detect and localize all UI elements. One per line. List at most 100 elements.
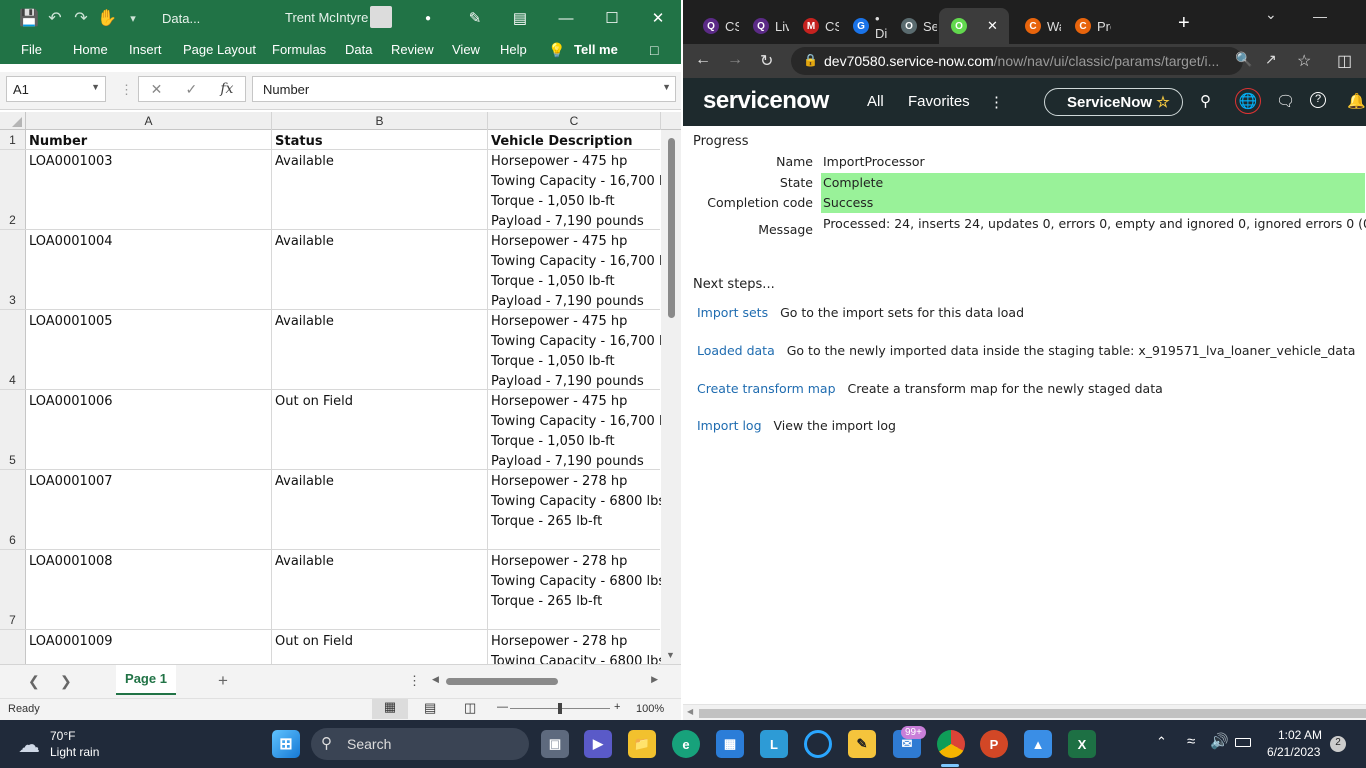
tab-formulas[interactable]: Formulas: [272, 36, 326, 64]
row-header[interactable]: 1: [0, 130, 26, 149]
servicenow-logo[interactable]: servicenow: [703, 87, 829, 115]
browser-tab[interactable]: Q CSA: [691, 8, 739, 44]
battery-icon[interactable]: [1235, 738, 1251, 747]
cell-b[interactable]: Available: [272, 230, 488, 309]
worksheet-grid[interactable]: A B C 1 Number Status Vehicle Description 2 L…: [0, 112, 681, 664]
paint-icon[interactable]: ✎: [848, 730, 876, 758]
insert-function-icon[interactable]: fx: [220, 81, 233, 97]
scroll-thumb[interactable]: [446, 678, 558, 685]
tab-search-icon[interactable]: ⌄: [1265, 6, 1277, 23]
horizontal-scrollbar[interactable]: ◀: [683, 704, 1366, 720]
url-input[interactable]: 🔒 dev70580.service-now.com/now/nav/ui/cl…: [791, 47, 1243, 75]
weather-temp[interactable]: 70°F: [50, 729, 75, 743]
tell-me-search[interactable]: Tell me: [574, 36, 618, 64]
horizontal-scrollbar[interactable]: ◀ ▶: [432, 674, 658, 688]
cell-a[interactable]: Number: [26, 130, 272, 149]
tab-help[interactable]: Help: [500, 36, 527, 64]
enter-icon[interactable]: ✓: [185, 81, 197, 98]
cell-a[interactable]: LOA0001008: [26, 550, 272, 629]
step-link[interactable]: Import sets: [697, 305, 768, 320]
row-header[interactable]: 3: [0, 230, 26, 309]
cell-a[interactable]: LOA0001007: [26, 470, 272, 549]
powerpoint-icon[interactable]: P: [980, 730, 1008, 758]
globe-icon[interactable]: 🌐: [1235, 88, 1261, 114]
zoom-slider-thumb[interactable]: [558, 703, 562, 714]
chrome-icon[interactable]: [937, 730, 965, 758]
scroll-left-icon[interactable]: ◀: [687, 707, 693, 716]
redo-icon[interactable]: ↷: [68, 0, 94, 36]
edge-icon[interactable]: e: [672, 730, 700, 758]
avatar[interactable]: [370, 6, 392, 28]
more-icon[interactable]: ⋮: [989, 93, 1004, 111]
cell-c[interactable]: Horsepower - 475 hp Towing Capacity - 16,…: [488, 310, 661, 389]
tab-view[interactable]: View: [452, 36, 480, 64]
cell-a[interactable]: LOA0001004: [26, 230, 272, 309]
cell-c[interactable]: Horsepower - 278 hp Towing Capacity - 680…: [488, 630, 661, 664]
scroll-right-icon[interactable]: ▶: [651, 674, 658, 685]
formula-input[interactable]: Number ▼: [252, 76, 676, 102]
store-icon[interactable]: ▦: [716, 730, 744, 758]
browser-tab[interactable]: C Wa: [1013, 8, 1061, 44]
browser-tab[interactable]: O ✕: [939, 8, 1009, 44]
star-icon[interactable]: ☆: [1156, 94, 1169, 111]
close-icon[interactable]: ✕: [635, 0, 681, 36]
minimize-icon[interactable]: —: [1313, 8, 1327, 24]
zoom-icon[interactable]: 🔍: [1235, 51, 1252, 68]
browser-tab[interactable]: C Pre: [1063, 8, 1111, 44]
file-explorer-icon[interactable]: 📁: [628, 730, 656, 758]
cell-a[interactable]: LOA0001006: [26, 390, 272, 469]
cell-c[interactable]: Horsepower - 475 hp Towing Capacity - 16,…: [488, 390, 661, 469]
teams-icon[interactable]: ▶: [584, 730, 612, 758]
back-icon[interactable]: ←: [695, 51, 711, 69]
windows-start-icon[interactable]: ⊞: [272, 730, 300, 758]
tab-home[interactable]: Home: [73, 36, 108, 64]
row-header[interactable]: 4: [0, 310, 26, 389]
prev-sheet-icon[interactable]: ❮: [28, 673, 40, 690]
clock-date[interactable]: 6/21/2023: [1267, 745, 1320, 759]
forward-icon[interactable]: →: [727, 51, 743, 69]
search-icon[interactable]: ⚲: [1200, 92, 1211, 110]
cell-c[interactable]: Horsepower - 475 hp Towing Capacity - 16,…: [488, 150, 661, 229]
lightbulb-icon[interactable]: 💡: [548, 36, 565, 64]
excel-icon[interactable]: X: [1068, 730, 1096, 758]
next-sheet-icon[interactable]: ❯: [60, 673, 72, 690]
step-link[interactable]: Loaded data: [697, 343, 775, 358]
cell-c[interactable]: Horsepower - 278 hp Towing Capacity - 680…: [488, 550, 661, 629]
cell-c[interactable]: Horsepower - 475 hp Towing Capacity - 16,…: [488, 230, 661, 309]
add-sheet-icon[interactable]: +: [218, 671, 228, 691]
step-link[interactable]: Import log: [697, 418, 762, 433]
new-tab-icon[interactable]: +: [1178, 12, 1190, 35]
name-box[interactable]: A1 ▼: [6, 76, 106, 102]
zoom-out-icon[interactable]: —: [497, 701, 508, 713]
nav-all[interactable]: All: [867, 93, 884, 110]
record-icon[interactable]: ●: [405, 0, 451, 36]
app-l-icon[interactable]: L: [760, 730, 788, 758]
chevron-down-icon[interactable]: ▼: [91, 82, 100, 92]
touch-mode-icon[interactable]: ✋: [94, 0, 120, 36]
row-header[interactable]: 6: [0, 470, 26, 549]
tab-page-layout[interactable]: Page Layout: [183, 36, 256, 64]
weather-icon[interactable]: ☁: [18, 732, 40, 758]
cell-a[interactable]: LOA0001003: [26, 150, 272, 229]
ribbon-display-icon[interactable]: ▤: [497, 0, 543, 36]
taskbar-search[interactable]: ⚲ Search: [311, 728, 529, 760]
close-tab-icon[interactable]: ✕: [987, 18, 998, 34]
row-header[interactable]: 2: [0, 150, 26, 229]
notification-badge[interactable]: 2: [1330, 736, 1346, 752]
cell-a[interactable]: LOA0001005: [26, 310, 272, 389]
notification-icon[interactable]: 🔔: [1347, 92, 1366, 110]
wifi-icon[interactable]: ≈: [1187, 733, 1195, 750]
sheet-tab-page1[interactable]: Page 1: [116, 665, 176, 695]
cell-a[interactable]: LOA0001009: [26, 630, 272, 664]
cell-b[interactable]: Available: [272, 470, 488, 549]
browser-tab[interactable]: O Ser: [889, 8, 937, 44]
cell-b[interactable]: Available: [272, 550, 488, 629]
share-icon[interactable]: ↗: [1265, 51, 1277, 68]
reload-icon[interactable]: ↻: [760, 51, 773, 71]
row-header[interactable]: 5: [0, 390, 26, 469]
instance-pill[interactable]: ServiceNow ☆: [1044, 88, 1183, 116]
tab-insert[interactable]: Insert: [129, 36, 162, 64]
volume-icon[interactable]: 🔊: [1210, 732, 1229, 750]
page-layout-view-icon[interactable]: ▤: [424, 700, 436, 716]
scroll-left-icon[interactable]: ◀: [432, 674, 439, 685]
